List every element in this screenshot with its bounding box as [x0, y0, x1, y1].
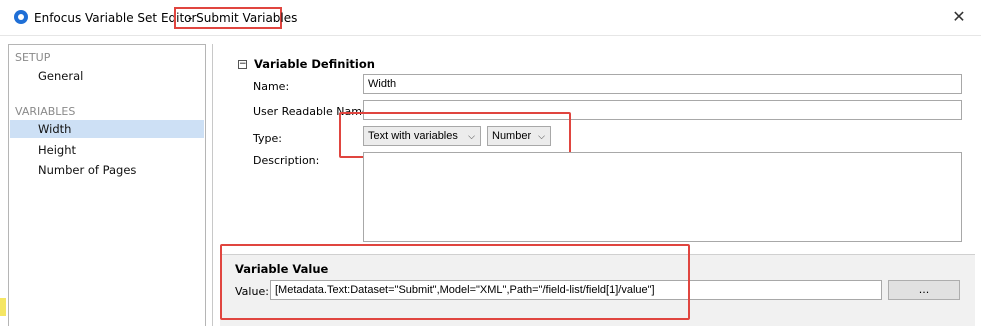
collapse-toggle-icon[interactable]: −	[238, 60, 247, 69]
name-label: Name:	[253, 80, 290, 93]
document-title-highlight: - Submit Variables	[174, 7, 297, 29]
description-field[interactable]	[363, 152, 962, 242]
sidebar-header-setup: SETUP	[15, 51, 51, 64]
edge-marker	[0, 298, 6, 316]
main-panel: − Variable Definition Name: Width User R…	[220, 44, 975, 326]
sidebar-item-general[interactable]: General	[10, 67, 204, 85]
description-label: Description:	[253, 154, 320, 167]
variable-definition-title: Variable Definition	[254, 57, 375, 71]
title-bar: Enfocus Variable Set Editor - Submit Var…	[0, 0, 981, 36]
value-highlight-box	[220, 244, 690, 320]
type-label: Type:	[253, 132, 282, 145]
sidebar: SETUP General VARIABLES Width Height Num…	[8, 44, 206, 326]
name-field[interactable]: Width	[363, 74, 962, 94]
title-separator: -	[188, 11, 193, 25]
document-title: Submit Variables	[196, 11, 298, 25]
enfocus-app-icon	[14, 10, 28, 24]
pane-divider[interactable]	[212, 44, 213, 326]
sidebar-item-height[interactable]: Height	[10, 141, 204, 159]
browse-button[interactable]: ...	[888, 280, 960, 300]
sidebar-item-width[interactable]: Width	[10, 120, 204, 138]
close-button[interactable]: ✕	[951, 9, 967, 25]
sidebar-item-number-of-pages[interactable]: Number of Pages	[10, 161, 204, 179]
window-title: Enfocus Variable Set Editor	[34, 11, 197, 25]
sidebar-header-variables: VARIABLES	[15, 105, 76, 118]
